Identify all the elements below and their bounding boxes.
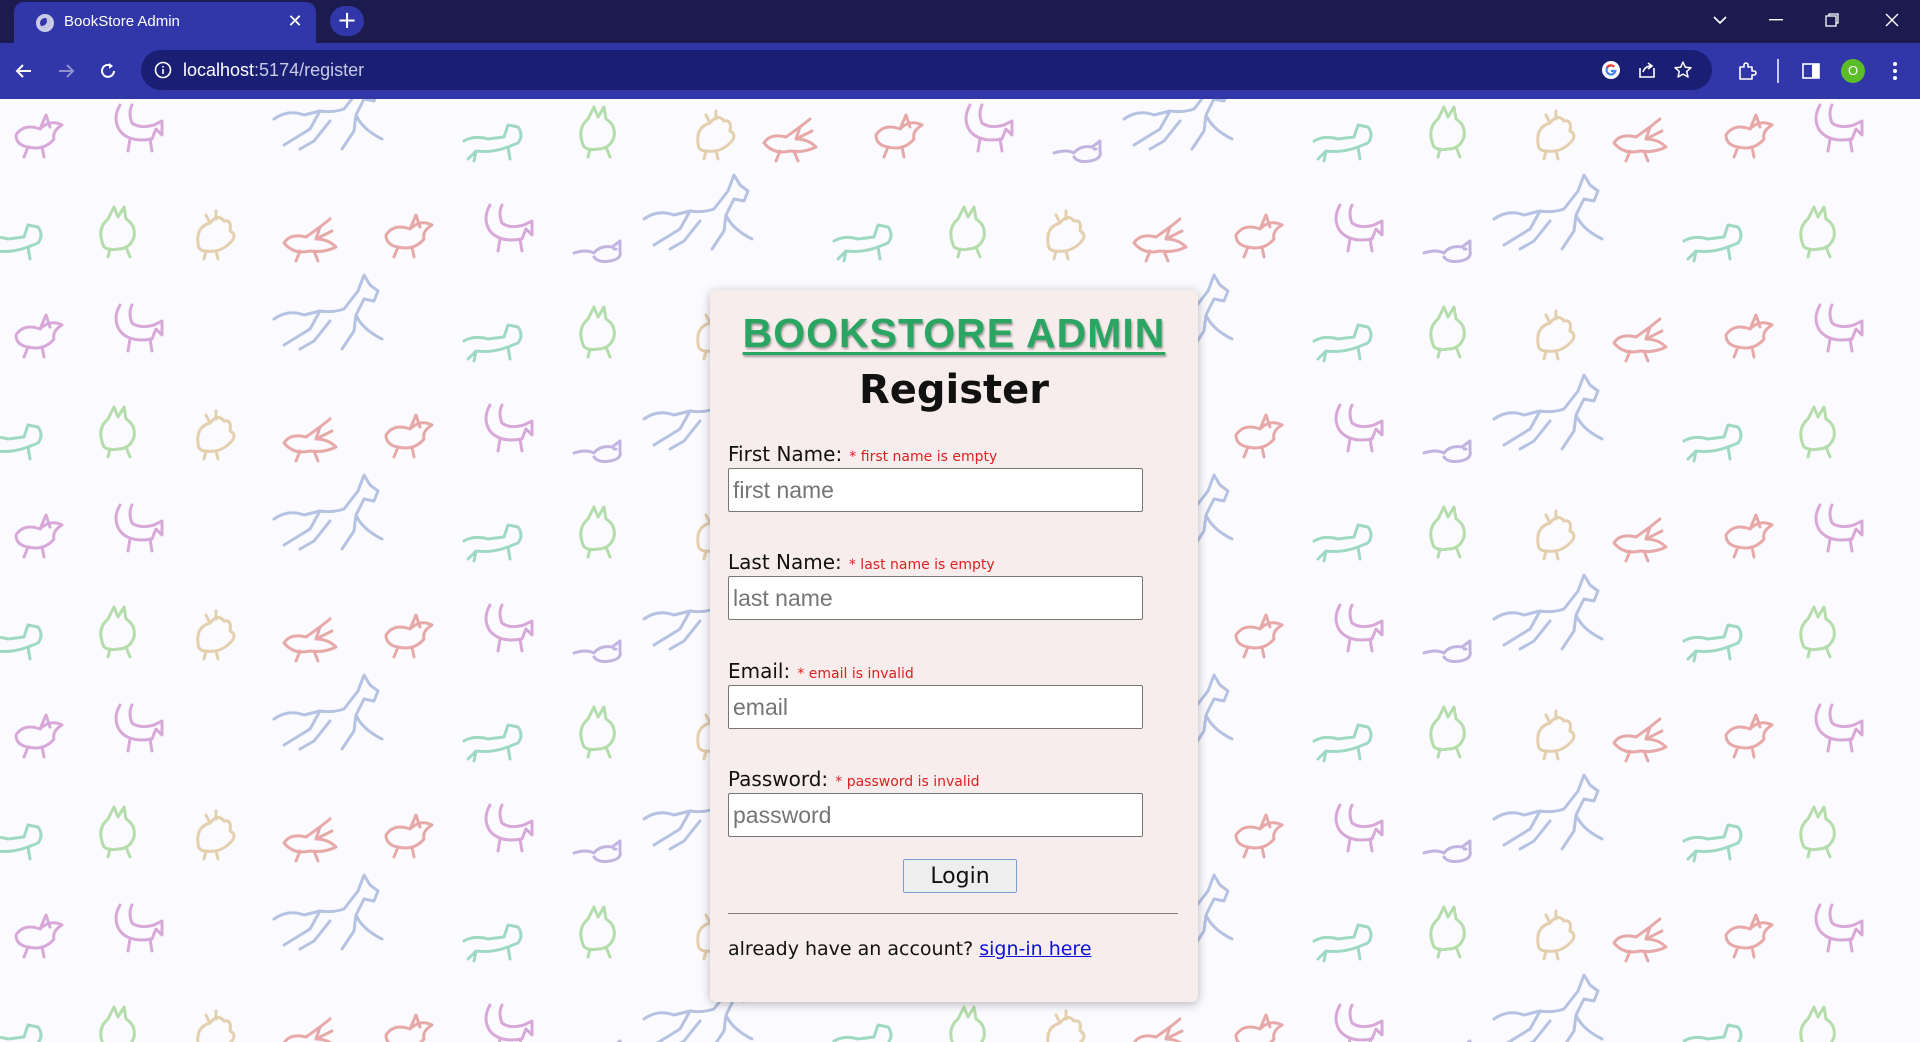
register-card: BOOKSTORE ADMIN Register First Name: * f… — [710, 290, 1198, 1002]
browser-tab[interactable]: BookStore Admin ✕ — [14, 2, 316, 43]
toolbar-divider — [1777, 59, 1779, 83]
info-icon[interactable] — [153, 60, 173, 80]
last-name-error: * last name is empty — [848, 557, 995, 573]
star-icon[interactable] — [1671, 58, 1695, 82]
first-name-error: * first name is empty — [849, 449, 998, 465]
kebab-menu-icon[interactable] — [1881, 57, 1909, 85]
brand-title[interactable]: BOOKSTORE ADMIN — [710, 310, 1198, 357]
signin-prompt-text: already have an account? — [728, 938, 974, 960]
page-title: Register — [858, 367, 1050, 413]
reload-icon[interactable] — [92, 55, 124, 87]
chevron-down-icon[interactable] — [1692, 0, 1748, 40]
back-arrow-icon[interactable] — [8, 55, 40, 87]
restore-icon[interactable] — [1804, 0, 1860, 40]
password-field: Password: * password is invalid — [728, 767, 1148, 837]
new-tab-button[interactable]: + — [330, 6, 364, 36]
email-field: Email: * email is invalid — [728, 659, 1148, 729]
tab-title: BookStore Admin — [64, 13, 180, 30]
last-name-input[interactable] — [728, 576, 1143, 620]
browser-titlebar: BookStore Admin ✕ + — [0, 0, 1920, 43]
forward-arrow-icon[interactable] — [50, 55, 82, 87]
signin-link[interactable]: sign-in here — [979, 938, 1091, 960]
password-input[interactable] — [728, 793, 1143, 837]
share-icon[interactable] — [1635, 58, 1659, 82]
globe-icon — [36, 14, 54, 32]
side-panel-icon[interactable] — [1797, 57, 1825, 85]
first-name-field: First Name: * first name is empty — [728, 442, 1148, 512]
google-icon[interactable] — [1599, 58, 1623, 82]
login-button[interactable]: Login — [903, 859, 1017, 893]
email-error: * email is invalid — [797, 666, 914, 682]
extensions-icon[interactable] — [1733, 57, 1761, 85]
last-name-field: Last Name: * last name is empty — [728, 550, 1148, 620]
address-bar[interactable]: localhost:5174/register — [141, 50, 1712, 90]
divider — [728, 913, 1178, 914]
page-viewport: BOOKSTORE ADMIN Register First Name: * f… — [0, 99, 1920, 1042]
close-icon[interactable]: ✕ — [282, 9, 308, 35]
url-text[interactable]: localhost:5174/register — [183, 60, 364, 81]
url-path: :5174/register — [254, 60, 365, 80]
password-error: * password is invalid — [835, 774, 980, 790]
browser-toolbar: localhost:5174/register O — [0, 43, 1920, 99]
window-close-icon[interactable] — [1864, 0, 1920, 40]
email-input[interactable] — [728, 685, 1143, 729]
minimize-icon[interactable] — [1748, 0, 1804, 40]
first-name-input[interactable] — [728, 468, 1143, 512]
last-name-label: Last Name: — [728, 550, 842, 574]
signin-prompt: already have an account? sign-in here — [728, 938, 1092, 960]
password-label: Password: — [728, 767, 829, 791]
url-host: localhost — [183, 60, 255, 80]
email-label: Email: — [728, 659, 791, 683]
first-name-label: First Name: — [728, 442, 843, 466]
profile-avatar[interactable]: O — [1841, 59, 1865, 83]
